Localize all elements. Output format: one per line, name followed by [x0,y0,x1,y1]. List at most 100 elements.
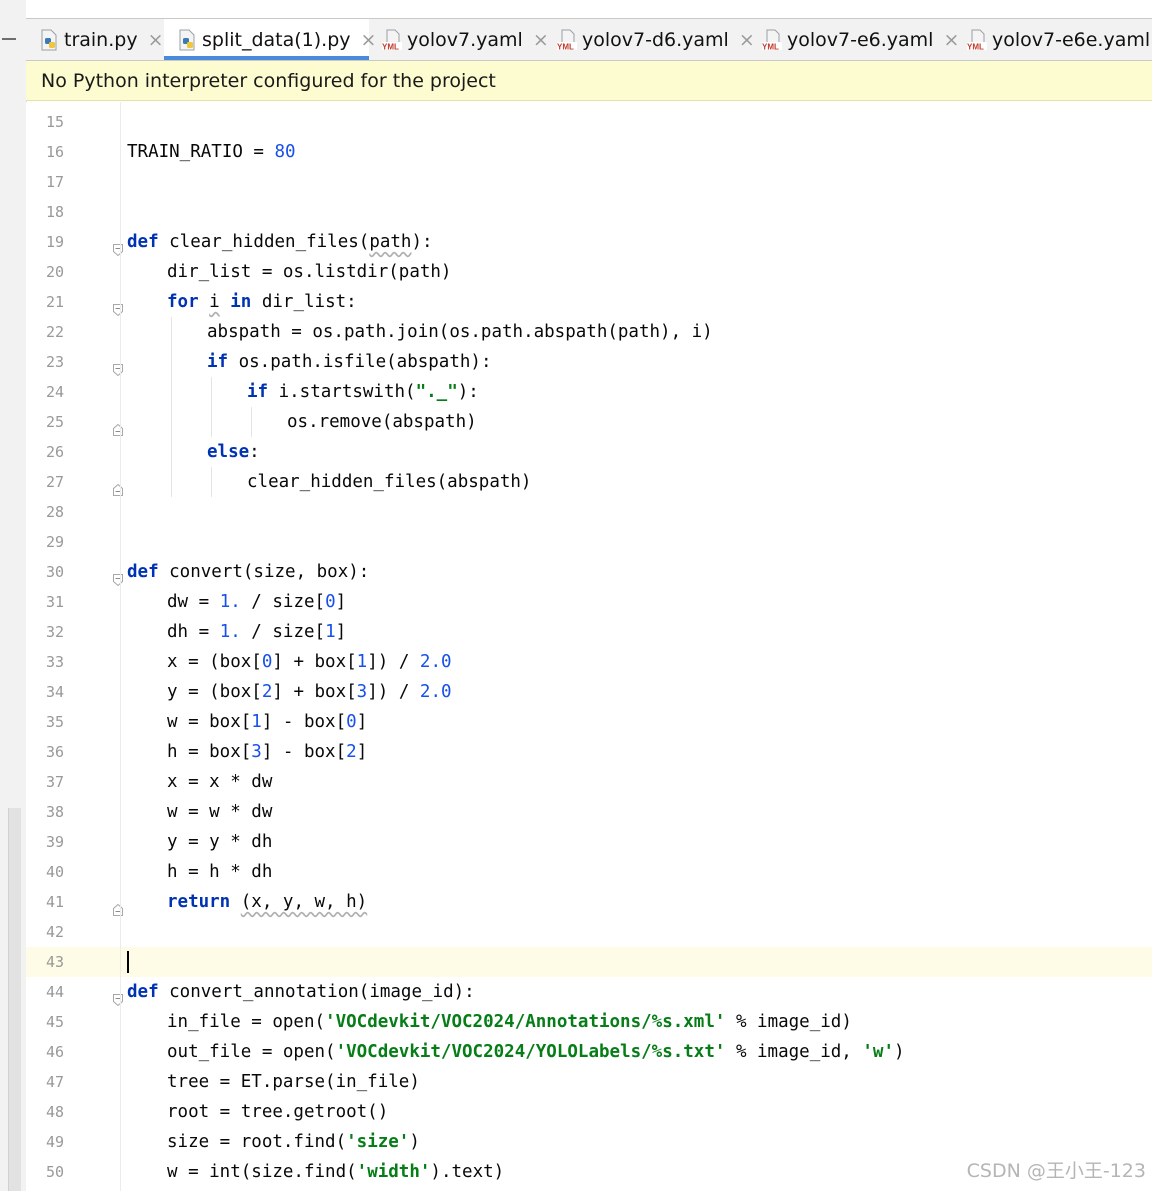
code-text: for i in dir_list: [167,287,357,317]
code-text: def clear_hidden_files(path): [127,227,433,257]
code-line[interactable]: 32 dh = 1. / size[1] [26,617,1152,647]
fold-collapse-icon[interactable] [113,356,123,377]
code-text: y = y * dh [167,827,272,857]
code-token: if [247,382,269,402]
code-token: 1 [356,652,368,672]
code-line[interactable]: 19 def clear_hidden_files(path): [26,227,1152,257]
code-line[interactable]: 39 y = y * dh [26,827,1152,857]
code-line[interactable]: 20 dir_list = os.listdir(path) [26,257,1152,287]
fold-end-icon[interactable] [113,416,123,436]
code-line[interactable]: 17 [26,167,1152,197]
code-token: w = w * dw [167,802,273,822]
code-token: os.path.isfile(abspath): [228,352,492,372]
fold-collapse-icon[interactable] [113,986,123,1007]
code-line[interactable]: 29 [26,527,1152,557]
code-line[interactable]: 26 else: [26,437,1152,467]
code-line[interactable]: 27 clear_hidden_files(abspath) [26,467,1152,497]
code-token: x = (box[ [167,652,262,672]
tool-window-toggle[interactable] [2,38,16,40]
line-number: 32 [45,623,64,641]
code-line[interactable]: 36 h = box[3] - box[2] [26,737,1152,767]
code-token: clear_hidden_files(abspath) [247,472,532,492]
code-line[interactable]: 33 x = (box[0] + box[1]) / 2.0 [26,647,1152,677]
code-token: ] + box[ [272,682,357,702]
yaml-file-icon: YML [381,29,403,51]
code-line[interactable]: 37 x = x * dw [26,767,1152,797]
code-line[interactable]: 49 size = root.find('size') [26,1127,1152,1157]
line-number: 20 [45,263,64,281]
code-line[interactable]: 16 TRAIN_RATIO = 80 [26,137,1152,167]
line-number: 18 [45,203,64,221]
code-token: 'VOCdevkit/VOC2024/YOLOLabels/%s.txt' [335,1042,726,1062]
code-line[interactable]: 46 out_file = open('VOCdevkit/VOC2024/YOL… [26,1037,1152,1067]
line-number: 37 [45,773,64,791]
code-token: "._" [415,382,458,402]
side-scrollbar[interactable] [8,808,21,1191]
tab-label: yolov7-d6.yaml [582,28,729,51]
line-number: 16 [45,143,64,161]
line-number: 48 [45,1103,64,1121]
code-line[interactable]: 21 for i in dir_list: [26,287,1152,317]
editor-tab[interactable]: YML yolov7-e6.yaml × [749,19,959,60]
code-token: ]) / [367,682,420,702]
code-text: dw = 1. / size[0] [167,587,346,617]
line-number: 23 [45,353,64,371]
line-number: 46 [45,1043,64,1061]
tab-close-icon[interactable]: × [148,29,164,51]
fold-end-icon[interactable] [113,896,123,916]
code-text: dir_list = os.listdir(path) [167,257,451,287]
fold-collapse-icon[interactable] [113,566,123,587]
code-line[interactable]: 42 [26,917,1152,947]
editor-tab[interactable]: YMLyolov7-e6e.yaml× [954,19,1152,60]
editor-tab[interactable]: YML yolov7.yaml × [369,19,549,60]
fold-collapse-icon[interactable] [113,296,123,317]
code-line[interactable]: 31 dw = 1. / size[0] [26,587,1152,617]
fold-end-icon[interactable] [113,476,123,496]
indent-guide [251,407,252,437]
line-number: 26 [45,443,64,461]
code-line[interactable]: 34 y = (box[2] + box[3]) / 2.0 [26,677,1152,707]
editor-tab[interactable]: split_data(1).py × [164,19,376,60]
code-line[interactable]: 47 tree = ET.parse(in_file) [26,1067,1152,1097]
indent-guide [171,467,172,497]
fold-collapse-icon[interactable] [113,236,123,257]
editor-tab[interactable]: train.py × [26,19,164,60]
line-number: 49 [45,1133,64,1151]
code-text: if i.startswith("._"): [247,377,479,407]
code-text: h = h * dh [167,857,272,887]
code-line[interactable]: 18 [26,197,1152,227]
code-token: 2.0 [419,652,452,672]
svg-text:YML: YML [557,42,574,51]
code-line[interactable]: 41 return (x, y, w, h) [26,887,1152,917]
code-text: w = w * dw [167,797,272,827]
code-line[interactable]: 23 if os.path.isfile(abspath): [26,347,1152,377]
code-line[interactable]: 44 def convert_annotation(image_id): [26,977,1152,1007]
code-line[interactable]: 38 w = w * dw [26,797,1152,827]
code-line[interactable]: 24 if i.startswith("._"): [26,377,1152,407]
editor-tab[interactable]: YML yolov7-d6.yaml × [544,19,755,60]
code-token: 'w' [862,1042,894,1062]
line-number: 35 [45,713,64,731]
indent-guide [171,407,172,437]
line-number: 33 [45,653,64,671]
code-token: / size[ [240,592,326,612]
code-line[interactable]: 43 [26,947,1152,977]
code-editor[interactable]: 15 16 TRAIN_RATIO = 80 17 18 19 def clear_hidd… [26,102,1152,1191]
code-line[interactable]: 30 def convert(size, box): [26,557,1152,587]
code-line[interactable]: 28 [26,497,1152,527]
code-token: if [207,352,229,372]
code-line[interactable]: 45 in_file = open('VOCdevkit/VOC2024/Anno… [26,1007,1152,1037]
code-line[interactable]: 15 [26,107,1152,137]
code-token: 'width' [356,1162,431,1182]
code-line[interactable]: 25 os.remove(abspath) [26,407,1152,437]
code-token: def [127,232,159,252]
code-line[interactable]: 22 abspath = os.path.join(os.path.abspath… [26,317,1152,347]
line-number: 40 [45,863,64,881]
code-line[interactable]: 40 h = h * dh [26,857,1152,887]
line-number: 27 [45,473,64,491]
code-line[interactable]: 35 w = box[1] - box[0] [26,707,1152,737]
code-text: w = int(size.find('width').text) [167,1157,504,1187]
code-text: x = (box[0] + box[1]) / 2.0 [167,647,452,677]
code-line[interactable]: 48 root = tree.getroot() [26,1097,1152,1127]
interpreter-warning-banner: No Python interpreter configured for the… [26,61,1152,101]
